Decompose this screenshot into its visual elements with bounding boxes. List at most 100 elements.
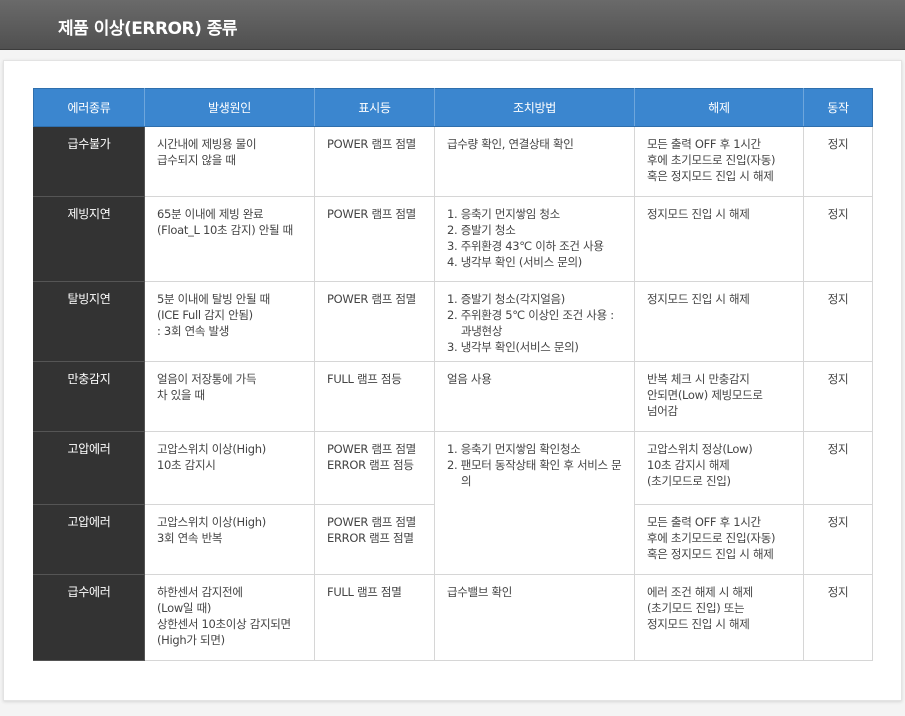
action-step: 1. 증발기 청소(각지얼음) <box>447 291 622 307</box>
release-line: 모든 출력 OFF 후 1시간 <box>647 514 791 530</box>
cause-line: : 3회 연속 발생 <box>157 323 302 339</box>
indicator-line: ERROR 램프 점등 <box>327 457 422 473</box>
action-cell: 급수밸브 확인 <box>435 575 635 661</box>
release-line: 안되면(Low) 제빙모드로 <box>647 387 791 403</box>
header-release: 해제 <box>635 89 804 127</box>
action-line: 얼음 사용 <box>447 371 622 387</box>
operation-cell: 정지 <box>804 362 873 432</box>
cause-cell: 얼음이 저장통에 가득 차 있을 때 <box>145 362 315 432</box>
action-cell: 1. 응축기 먼지쌓임 확인청소 2. 팬모터 동작상태 확인 후 서비스 문의 <box>435 432 635 575</box>
release-line: 혹은 정지모드 진입 시 해제 <box>647 168 791 184</box>
header-action: 조치방법 <box>435 89 635 127</box>
action-step: 3. 주위환경 43℃ 이하 조건 사용 <box>447 238 622 254</box>
operation-cell: 정지 <box>804 432 873 505</box>
indicator-line: ERROR 램프 점멸 <box>327 530 422 546</box>
release-line: 정지모드 진입 시 해제 <box>647 206 791 222</box>
release-line: 후에 초기모드로 진입(자동) <box>647 152 791 168</box>
table-row: 탈빙지연 5분 이내에 탈빙 안될 때 (ICE Full 감지 안됨) : 3… <box>34 282 873 362</box>
action-steps: 1. 증발기 청소(각지얼음) 2. 주위환경 5℃ 이상인 조건 사용 : 과… <box>447 291 622 355</box>
release-cell: 고압스위치 정상(Low) 10초 감지시 해제 (초기모드로 진입) <box>635 432 804 505</box>
error-type-cell: 급수불가 <box>34 127 145 197</box>
header-indicator: 표시등 <box>315 89 435 127</box>
release-line: 반복 체크 시 만충감지 <box>647 371 791 387</box>
header-cause: 발생원인 <box>145 89 315 127</box>
indicator-line: FULL 램프 점멸 <box>327 584 422 600</box>
release-line: 모든 출력 OFF 후 1시간 <box>647 136 791 152</box>
action-step: 4. 냉각부 확인 (서비스 문의) <box>447 254 622 270</box>
cause-line: 65분 이내에 제빙 완료 <box>157 206 302 222</box>
release-line: 10초 감지시 해제 <box>647 457 791 473</box>
indicator-cell: FULL 램프 점멸 <box>315 575 435 661</box>
table-header-row: 에러종류 발생원인 표시등 조치방법 해제 동작 <box>34 89 873 127</box>
cause-line: 급수되지 않을 때 <box>157 152 302 168</box>
action-step: 3. 냉각부 확인(서비스 문의) <box>447 339 622 355</box>
cause-cell: 고압스위치 이상(High) 10초 감지시 <box>145 432 315 505</box>
cause-line: 고압스위치 이상(High) <box>157 514 302 530</box>
page-header: 제품 이상(ERROR) 종류 <box>0 0 905 50</box>
operation-cell: 정지 <box>804 282 873 362</box>
release-line: 혹은 정지모드 진입 시 해제 <box>647 546 791 562</box>
indicator-line: FULL 램프 점등 <box>327 371 422 387</box>
cause-cell: 65분 이내에 제빙 완료 (Float_L 10초 감지) 안될 때 <box>145 197 315 282</box>
error-type-cell: 만충감지 <box>34 362 145 432</box>
table-row: 제빙지연 65분 이내에 제빙 완료 (Float_L 10초 감지) 안될 때… <box>34 197 873 282</box>
release-cell: 모든 출력 OFF 후 1시간 후에 초기모드로 진입(자동) 혹은 정지모드 … <box>635 505 804 575</box>
action-cell: 1. 응축기 먼지쌓임 청소 2. 증발기 청소 3. 주위환경 43℃ 이하 … <box>435 197 635 282</box>
action-steps: 1. 응축기 먼지쌓임 청소 2. 증발기 청소 3. 주위환경 43℃ 이하 … <box>447 206 622 270</box>
action-line: 급수밸브 확인 <box>447 584 622 600</box>
action-step: 2. 팬모터 동작상태 확인 후 서비스 문의 <box>447 457 622 489</box>
indicator-cell: POWER 램프 점멸 ERROR 램프 점등 <box>315 432 435 505</box>
cause-line: (Low일 때) <box>157 600 302 616</box>
release-cell: 정지모드 진입 시 해제 <box>635 197 804 282</box>
error-type-cell: 탈빙지연 <box>34 282 145 362</box>
release-line: (초기모드 진입) 또는 <box>647 600 791 616</box>
indicator-line: POWER 램프 점멸 <box>327 291 422 307</box>
action-cell: 급수량 확인, 연결상태 확인 <box>435 127 635 197</box>
action-step: 1. 응축기 먼지쌓임 확인청소 <box>447 441 622 457</box>
table-row: 고압에러 고압스위치 이상(High) 10초 감지시 POWER 램프 점멸 … <box>34 432 873 505</box>
table-row: 급수불가 시간내에 제빙용 물이 급수되지 않을 때 POWER 램프 점멸 급… <box>34 127 873 197</box>
action-step: 2. 증발기 청소 <box>447 222 622 238</box>
release-line: 넘어감 <box>647 403 791 419</box>
table-row: 급수에러 하한센서 감지전에 (Low일 때) 상한센서 10초이상 감지되면 … <box>34 575 873 661</box>
indicator-cell: FULL 램프 점등 <box>315 362 435 432</box>
cause-line: 3회 연속 반복 <box>157 530 302 546</box>
release-line: 정지모드 진입 시 해제 <box>647 291 791 307</box>
release-cell: 반복 체크 시 만충감지 안되면(Low) 제빙모드로 넘어감 <box>635 362 804 432</box>
cause-line: 얼음이 저장통에 가득 <box>157 371 302 387</box>
indicator-line: POWER 램프 점멸 <box>327 136 422 152</box>
cause-line: 10초 감지시 <box>157 457 302 473</box>
cause-line: (High가 되면) <box>157 632 302 648</box>
indicator-line: POWER 램프 점멸 <box>327 514 422 530</box>
content-panel: 에러종류 발생원인 표시등 조치방법 해제 동작 급수불가 시간내에 제빙용 물… <box>3 60 902 701</box>
indicator-cell: POWER 램프 점멸 ERROR 램프 점멸 <box>315 505 435 575</box>
cause-line: 차 있을 때 <box>157 387 302 403</box>
indicator-cell: POWER 램프 점멸 <box>315 197 435 282</box>
cause-line: 하한센서 감지전에 <box>157 584 302 600</box>
action-steps: 1. 응축기 먼지쌓임 확인청소 2. 팬모터 동작상태 확인 후 서비스 문의 <box>447 441 622 489</box>
cause-line: 상한센서 10초이상 감지되면 <box>157 616 302 632</box>
table-row: 만충감지 얼음이 저장통에 가득 차 있을 때 FULL 램프 점등 얼음 사용… <box>34 362 873 432</box>
cause-cell: 5분 이내에 탈빙 안될 때 (ICE Full 감지 안됨) : 3회 연속 … <box>145 282 315 362</box>
error-type-cell: 급수에러 <box>34 575 145 661</box>
indicator-line: POWER 램프 점멸 <box>327 441 422 457</box>
header-operation: 동작 <box>804 89 873 127</box>
operation-cell: 정지 <box>804 575 873 661</box>
release-cell: 모든 출력 OFF 후 1시간 후에 초기모드로 진입(자동) 혹은 정지모드 … <box>635 127 804 197</box>
indicator-line: POWER 램프 점멸 <box>327 206 422 222</box>
release-line: 고압스위치 정상(Low) <box>647 441 791 457</box>
indicator-cell: POWER 램프 점멸 <box>315 282 435 362</box>
action-step: 2. 주위환경 5℃ 이상인 조건 사용 : 과냉현상 <box>447 307 622 339</box>
cause-line: 5분 이내에 탈빙 안될 때 <box>157 291 302 307</box>
action-cell: 1. 증발기 청소(각지얼음) 2. 주위환경 5℃ 이상인 조건 사용 : 과… <box>435 282 635 362</box>
release-cell: 정지모드 진입 시 해제 <box>635 282 804 362</box>
release-cell: 에러 조건 해제 시 해제 (초기모드 진입) 또는 정지모드 진입 시 해제 <box>635 575 804 661</box>
error-type-cell: 고압에러 <box>34 505 145 575</box>
release-line: 후에 초기모드로 진입(자동) <box>647 530 791 546</box>
release-line: 에러 조건 해제 시 해제 <box>647 584 791 600</box>
indicator-cell: POWER 램프 점멸 <box>315 127 435 197</box>
cause-line: (ICE Full 감지 안됨) <box>157 307 302 323</box>
error-type-cell: 고압에러 <box>34 432 145 505</box>
release-line: 정지모드 진입 시 해제 <box>647 616 791 632</box>
action-step: 1. 응축기 먼지쌓임 청소 <box>447 206 622 222</box>
